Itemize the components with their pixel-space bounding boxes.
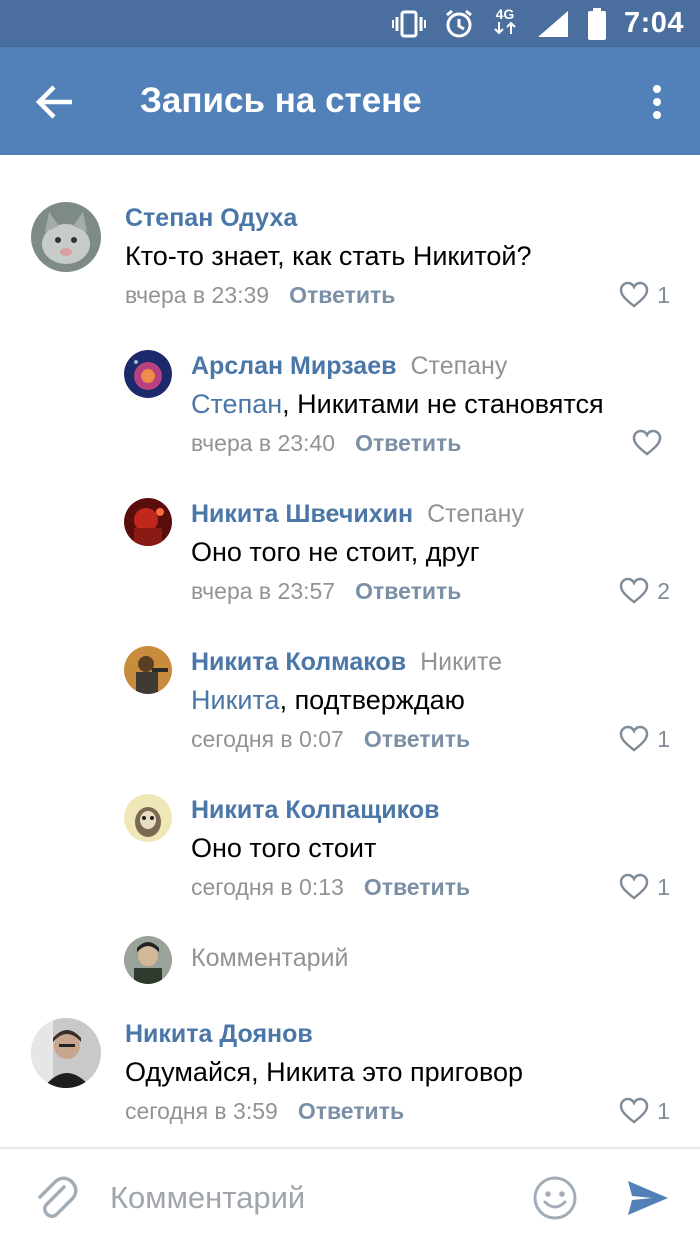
comment-time: сегодня в 3:59: [125, 1098, 278, 1124]
comment-author: Арслан Мирзаев Степану: [191, 352, 507, 381]
comment-meta: вчера в 23:39 Ответить: [125, 282, 395, 309]
comment-meta: сегодня в 0:13 Ответить: [191, 874, 470, 901]
comment-input[interactable]: [108, 1169, 512, 1227]
author-name[interactable]: Никита Швечихин: [191, 500, 413, 528]
like-button[interactable]: 1: [619, 724, 670, 754]
heart-icon: [632, 429, 662, 456]
comment-author[interactable]: Никита Доянов: [125, 1020, 313, 1049]
reply-button[interactable]: Ответить: [364, 726, 470, 752]
vibrate-icon: [391, 10, 426, 37]
comment-author: Никита Колмаков Никите: [191, 648, 502, 677]
comment-meta: вчера в 23:57 Ответить: [191, 578, 461, 605]
reply-button[interactable]: Ответить: [298, 1098, 404, 1124]
comment-item: Никита Колпащиков Оно того стоит сегодня…: [0, 792, 700, 912]
comment-item: Арслан Мирзаев Степану Степан, Никитами н…: [0, 348, 700, 468]
send-icon: [628, 1181, 668, 1215]
attach-button[interactable]: [30, 1173, 80, 1223]
heart-icon: [619, 725, 649, 752]
comment-text: Кто-то знает, как стать Никитой?: [125, 241, 532, 271]
like-button[interactable]: [632, 428, 670, 458]
battery-icon: [587, 7, 606, 40]
reply-button[interactable]: Ответить: [355, 578, 461, 604]
comment-time: вчера в 23:39: [125, 282, 270, 308]
avatar[interactable]: [124, 350, 172, 398]
comment-meta: сегодня в 0:07 Ответить: [191, 726, 470, 753]
page-title: Запись на стене: [140, 81, 422, 120]
comment-text: Никита, подтверждаю: [191, 685, 465, 716]
heart-icon: [619, 577, 649, 604]
signal-icon: [537, 10, 568, 37]
smiley-icon: [533, 1176, 577, 1220]
like-button[interactable]: 1: [619, 872, 670, 902]
heart-icon: [619, 873, 649, 900]
comment-text: Оно того стоит: [191, 833, 377, 863]
status-bar: 4G 7:04: [0, 0, 700, 47]
like-button[interactable]: 1: [619, 1096, 670, 1126]
mention-link[interactable]: Степан: [191, 389, 282, 419]
network-label: 4G: [495, 6, 515, 22]
send-button[interactable]: [622, 1173, 672, 1223]
reply-to-label[interactable]: Степану: [410, 352, 507, 380]
avatar[interactable]: [124, 794, 172, 842]
status-time: 7:04: [623, 7, 684, 39]
mention-link[interactable]: Никита: [191, 685, 280, 715]
comment-item: Никита Швечихин Степану Оно того не стоит…: [0, 496, 700, 616]
reply-to-label[interactable]: Никите: [420, 648, 502, 676]
heart-icon: [619, 1097, 649, 1124]
reply-button[interactable]: Ответить: [289, 282, 395, 308]
reply-button[interactable]: Ответить: [364, 874, 470, 900]
comment-text: Степан, Никитами не становятся: [191, 389, 604, 420]
more-options-button[interactable]: [640, 77, 674, 127]
comment-time: вчера в 23:40: [191, 430, 336, 456]
avatar[interactable]: [31, 1018, 101, 1088]
heart-icon: [619, 281, 649, 308]
author-name[interactable]: Арслан Мирзаев: [191, 352, 396, 380]
like-count: 1: [657, 873, 670, 900]
comment-author[interactable]: Степан Одуха: [125, 204, 297, 233]
like-count: 1: [657, 725, 670, 752]
comment-author: Никита Швечихин Степану: [191, 500, 524, 529]
comment-item: Никита Доянов Одумайся, Никита это приго…: [0, 1016, 700, 1136]
like-button[interactable]: 2: [619, 576, 670, 606]
more-vertical-icon: [653, 85, 661, 119]
like-count: 1: [657, 281, 670, 308]
thread-reply-placeholder[interactable]: Комментарий: [191, 944, 348, 973]
network-4g-icon: 4G: [492, 7, 518, 40]
author-name[interactable]: Никита Колмаков: [191, 648, 406, 676]
emoji-button[interactable]: [530, 1173, 580, 1223]
comment-meta: вчера в 23:40 Ответить: [191, 430, 461, 457]
comment-item: Никита Колмаков Никите Никита, подтвержда…: [0, 644, 700, 764]
comment-time: сегодня в 0:07: [191, 726, 344, 752]
comment-meta: сегодня в 3:59 Ответить: [125, 1098, 404, 1125]
avatar[interactable]: [31, 202, 101, 272]
back-button[interactable]: [30, 77, 80, 127]
comment-text-body: , Никитами не становятся: [282, 389, 604, 419]
comments-list: Степан Одуха Кто-то знает, как стать Ник…: [0, 155, 700, 1147]
comment-time: вчера в 23:57: [191, 578, 336, 604]
avatar[interactable]: [124, 646, 172, 694]
comment-time: сегодня в 0:13: [191, 874, 344, 900]
status-icons: 4G 7:04: [391, 0, 684, 47]
reply-button[interactable]: Ответить: [355, 430, 461, 456]
reply-to-label[interactable]: Степану: [427, 500, 524, 528]
paperclip-icon: [38, 1176, 78, 1218]
author-name[interactable]: Степан Одуха: [125, 204, 297, 232]
author-name[interactable]: Никита Доянов: [125, 1020, 313, 1048]
arrow-left-icon: [35, 85, 72, 119]
comment-text-body: , подтверждаю: [279, 685, 465, 715]
avatar: [124, 936, 172, 984]
like-count: 2: [657, 577, 670, 604]
app-bar: Запись на стене: [0, 47, 700, 155]
comment-text: Оно того не стоит, друг: [191, 537, 480, 567]
thread-reply-field[interactable]: Комментарий: [0, 930, 700, 990]
comment-compose-bar: [0, 1147, 700, 1246]
like-button[interactable]: 1: [619, 280, 670, 310]
comment-text: Одумайся, Никита это приговор: [125, 1057, 524, 1087]
avatar[interactable]: [124, 498, 172, 546]
like-count: 1: [657, 1097, 670, 1124]
comment-item: Степан Одуха Кто-то знает, как стать Ник…: [0, 200, 700, 320]
comment-author[interactable]: Никита Колпащиков: [191, 796, 439, 825]
author-name[interactable]: Никита Колпащиков: [191, 796, 439, 824]
alarm-icon: [446, 9, 472, 37]
